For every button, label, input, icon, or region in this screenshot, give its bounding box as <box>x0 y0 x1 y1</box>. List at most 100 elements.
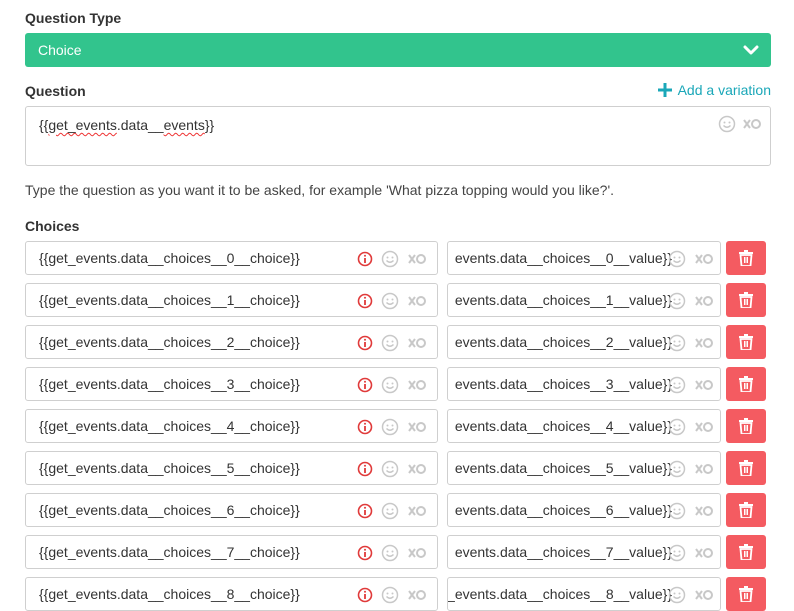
transfer-icon[interactable] <box>694 418 714 436</box>
smiley-icon[interactable] <box>668 292 686 310</box>
choice-text: {{get_events.data__choices__4__choice}} <box>39 418 300 434</box>
info-icon[interactable] <box>357 419 373 435</box>
delete-choice-button[interactable] <box>726 535 766 569</box>
choices-label: Choices <box>25 218 80 234</box>
transfer-icon[interactable] <box>694 586 714 604</box>
value-input[interactable]: events.data__choices__3__value}} <box>447 367 721 401</box>
smiley-icon[interactable] <box>381 418 399 436</box>
value-input[interactable]: events.data__choices__4__value}} <box>447 409 721 443</box>
transfer-icon[interactable] <box>742 115 762 133</box>
choice-row: {{get_events.data__choices__4__choice}} … <box>25 409 771 443</box>
smiley-icon[interactable] <box>381 502 399 520</box>
transfer-icon[interactable] <box>407 334 427 352</box>
trash-icon <box>739 586 753 602</box>
choice-text: {{get_events.data__choices__0__choice}} <box>39 250 300 266</box>
smiley-icon[interactable] <box>668 460 686 478</box>
transfer-icon[interactable] <box>694 544 714 562</box>
transfer-icon[interactable] <box>407 418 427 436</box>
transfer-icon[interactable] <box>407 586 427 604</box>
smiley-icon[interactable] <box>668 418 686 436</box>
choice-input[interactable]: {{get_events.data__choices__5__choice}} <box>25 451 438 485</box>
transfer-icon[interactable] <box>694 250 714 268</box>
smiley-icon[interactable] <box>668 586 686 604</box>
choice-input[interactable]: {{get_events.data__choices__7__choice}} <box>25 535 438 569</box>
choice-row: {{get_events.data__choices__6__choice}} … <box>25 493 771 527</box>
plus-icon <box>657 83 672 97</box>
transfer-icon[interactable] <box>694 334 714 352</box>
choice-input[interactable]: {{get_events.data__choices__3__choice}} <box>25 367 438 401</box>
smiley-icon[interactable] <box>381 250 399 268</box>
smiley-icon[interactable] <box>718 115 736 133</box>
smiley-icon[interactable] <box>668 376 686 394</box>
transfer-icon[interactable] <box>407 460 427 478</box>
smiley-icon[interactable] <box>668 544 686 562</box>
delete-choice-button[interactable] <box>726 493 766 527</box>
info-icon[interactable] <box>357 587 373 603</box>
choice-row: {{get_events.data__choices__7__choice}} … <box>25 535 771 569</box>
value-input[interactable]: events.data__choices__7__value}} <box>447 535 721 569</box>
delete-choice-button[interactable] <box>726 241 766 275</box>
value-text: events.data__choices__1__value}} <box>454 292 672 308</box>
choice-text: {{get_events.data__choices__1__choice}} <box>39 292 300 308</box>
trash-icon <box>739 292 753 308</box>
choice-input[interactable]: {{get_events.data__choices__4__choice}} <box>25 409 438 443</box>
choice-input[interactable]: {{get_events.data__choices__2__choice}} <box>25 325 438 359</box>
smiley-icon[interactable] <box>668 334 686 352</box>
choice-text: {{get_events.data__choices__6__choice}} <box>39 502 300 518</box>
info-icon[interactable] <box>357 293 373 309</box>
delete-choice-button[interactable] <box>726 367 766 401</box>
smiley-icon[interactable] <box>381 376 399 394</box>
transfer-icon[interactable] <box>407 376 427 394</box>
value-text: events.data__choices__5__value}} <box>454 460 672 476</box>
value-input[interactable]: events.data__choices__5__value}} <box>447 451 721 485</box>
info-icon[interactable] <box>357 377 373 393</box>
value-input[interactable]: events.data__choices__6__value}} <box>447 493 721 527</box>
question-type-select[interactable]: Choice <box>25 33 771 67</box>
question-label: Question <box>25 83 86 99</box>
choice-input[interactable]: {{get_events.data__choices__1__choice}} <box>25 283 438 317</box>
smiley-icon[interactable] <box>381 544 399 562</box>
transfer-icon[interactable] <box>694 376 714 394</box>
smiley-icon[interactable] <box>668 250 686 268</box>
transfer-icon[interactable] <box>694 502 714 520</box>
info-icon[interactable] <box>357 545 373 561</box>
delete-choice-button[interactable] <box>726 325 766 359</box>
value-input[interactable]: events.data__choices__2__value}} <box>447 325 721 359</box>
value-input[interactable]: events.data__choices__0__value}} <box>447 241 721 275</box>
info-icon[interactable] <box>357 335 373 351</box>
trash-icon <box>739 460 753 476</box>
value-input[interactable]: events.data__choices__1__value}} <box>447 283 721 317</box>
trash-icon <box>739 334 753 350</box>
transfer-icon[interactable] <box>407 250 427 268</box>
choice-row: {{get_events.data__choices__5__choice}} … <box>25 451 771 485</box>
trash-icon <box>739 418 753 434</box>
smiley-icon[interactable] <box>668 502 686 520</box>
info-icon[interactable] <box>357 503 373 519</box>
choice-row: {{get_events.data__choices__2__choice}} … <box>25 325 771 359</box>
smiley-icon[interactable] <box>381 292 399 310</box>
delete-choice-button[interactable] <box>726 409 766 443</box>
trash-icon <box>739 376 753 392</box>
transfer-icon[interactable] <box>694 292 714 310</box>
transfer-icon[interactable] <box>407 502 427 520</box>
transfer-icon[interactable] <box>694 460 714 478</box>
delete-choice-button[interactable] <box>726 283 766 317</box>
value-text: {{get_events.data__choices__8__value}} <box>447 586 672 602</box>
choice-input[interactable]: {{get_events.data__choices__0__choice}} <box>25 241 438 275</box>
transfer-icon[interactable] <box>407 292 427 310</box>
choice-input[interactable]: {{get_events.data__choices__8__choice}} <box>25 577 438 611</box>
info-icon[interactable] <box>357 251 373 267</box>
choice-input[interactable]: {{get_events.data__choices__6__choice}} <box>25 493 438 527</box>
smiley-icon[interactable] <box>381 586 399 604</box>
value-input[interactable]: {{get_events.data__choices__8__value}} <box>447 577 721 611</box>
question-input[interactable]: {{get_events.data__events}} <box>25 106 771 166</box>
info-icon[interactable] <box>357 461 373 477</box>
transfer-icon[interactable] <box>407 544 427 562</box>
choice-row: {{get_events.data__choices__1__choice}} … <box>25 283 771 317</box>
choice-text: {{get_events.data__choices__2__choice}} <box>39 334 300 350</box>
smiley-icon[interactable] <box>381 334 399 352</box>
delete-choice-button[interactable] <box>726 451 766 485</box>
add-variation-link[interactable]: Add a variation <box>657 82 771 98</box>
smiley-icon[interactable] <box>381 460 399 478</box>
delete-choice-button[interactable] <box>726 577 766 611</box>
